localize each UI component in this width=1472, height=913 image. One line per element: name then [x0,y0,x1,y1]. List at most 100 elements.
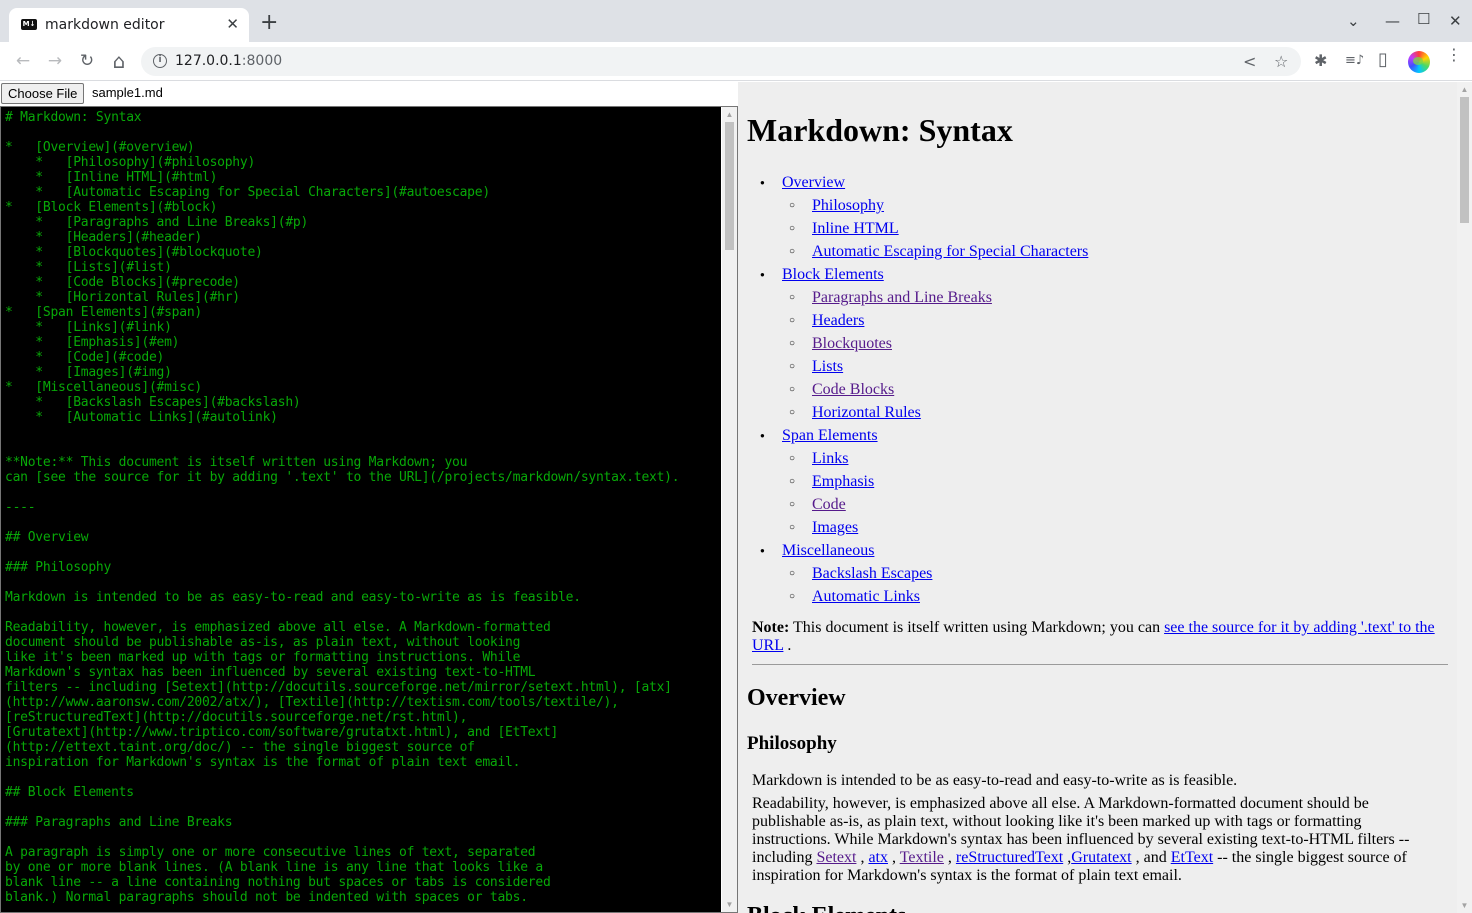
selected-file-name: sample1.md [92,85,163,100]
toc-link[interactable]: Lists [812,358,843,375]
media-control-icon[interactable]: ≡♪ [1345,53,1364,68]
editor-line: ## Block Elements [5,785,134,800]
circle-bullet-icon: ○ [789,338,796,349]
toc-link[interactable]: Block Elements [782,266,884,283]
inline-link[interactable]: EtText [1171,849,1213,866]
toc-link[interactable]: Code Blocks [812,381,894,398]
home-icon[interactable]: ⌂ [108,50,130,72]
editor-line: can [see the source for it by adding '.t… [5,470,680,485]
circle-bullet-icon: ○ [789,361,796,372]
browser-menu-icon[interactable]: ⋮ [1446,47,1462,63]
scroll-up-arrow-icon[interactable]: ▲ [722,107,737,122]
editor-line: * [Paragraphs and Line Breaks](#p) [5,215,309,230]
side-panel-icon[interactable]: ▯ [1378,49,1388,70]
forward-icon[interactable]: → [44,50,66,72]
inline-text: , [1063,849,1072,866]
editor-line: blank.) Normal paragraphs should not be … [5,890,528,905]
editor-line: * [Automatic Escaping for Special Charac… [5,185,490,200]
inline-text: , [943,849,956,866]
choose-file-button[interactable]: Choose File [1,83,85,104]
toc-link[interactable]: Span Elements [782,427,878,444]
toc-item: ○ Blockquotes [747,332,1088,355]
toc-link[interactable]: Overview [782,174,845,191]
note-text: This document is itself written using Ma… [789,619,1165,636]
toc-link[interactable]: Horizontal Rules [812,404,921,421]
inline-link[interactable]: Grutatext [1071,849,1131,866]
preview-scroll-thumb[interactable] [1460,97,1469,223]
bookmark-star-icon[interactable]: ☆ [1274,52,1288,71]
back-icon[interactable]: ← [12,50,34,72]
editor-line: like it's been marked up with tags or fo… [5,650,521,665]
toc-link[interactable]: Philosophy [812,197,884,214]
editor-line: * [Code Blocks](#precode) [5,275,240,290]
tab-close-icon[interactable]: ✕ [226,15,239,33]
toc-link[interactable]: Blockquotes [812,335,892,352]
editor-line: Markdown is intended to be as easy-to-re… [5,590,581,605]
toc-item: ○ Inline HTML [747,217,1088,240]
minimize-icon[interactable]: — [1385,12,1400,30]
preview-title: Markdown: Syntax [747,112,1013,148]
editor-line: * [Inline HTML](#html) [5,170,218,185]
toc-link[interactable]: Automatic Escaping for Special Character… [812,243,1088,260]
editor-line: * [Code](#code) [5,350,165,365]
url-text[interactable]: 127.0.0.1:8000 [175,53,282,69]
toc-link[interactable]: Paragraphs and Line Breaks [812,289,992,306]
toc-link[interactable]: Backslash Escapes [812,565,932,582]
editor-line: * [Overview](#overview) [5,140,195,155]
editor-line: blank line -- a line containing nothing … [5,875,551,890]
toc-link[interactable]: Code [812,496,846,513]
toc-item: ○ Headers [747,309,1088,332]
editor-line: * [Horizontal Rules](#hr) [5,290,240,305]
markdown-preview: Markdown: Syntax ● Overview ○ Philosophy ○ In… [738,82,1472,913]
editor-line: * [Philosophy](#philosophy) [5,155,256,170]
toc-link[interactable]: Images [812,519,858,536]
editor-line: Readability, however, is emphasized abov… [5,620,551,635]
toc-link[interactable]: Inline HTML [812,220,899,237]
inline-link[interactable]: Setext [816,849,856,866]
editor-line: # Markdown: Syntax [5,110,142,125]
editor-line: A paragraph is simply one or more consec… [5,845,536,860]
preview-scroll-down-arrow-icon[interactable]: ▼ [1457,898,1472,913]
tab-search-icon[interactable]: ⌄ [1347,12,1360,30]
circle-bullet-icon: ○ [789,568,796,579]
editor-scroll-thumb[interactable] [725,122,734,250]
markdown-textarea[interactable]: # Markdown: Syntax * [Overview](#overvie… [1,107,721,912]
scroll-down-arrow-icon[interactable]: ▼ [722,897,737,912]
toc-item: ○ Images [747,516,1088,539]
editor-line: * [Emphasis](#em) [5,335,180,350]
circle-bullet-icon: ○ [789,223,796,234]
editor-line: * [Links](#link) [5,320,172,335]
new-tab-button[interactable]: + [260,12,278,34]
horizontal-rule [752,664,1448,665]
address-bar[interactable]: i 127.0.0.1:8000 < ☆ [141,47,1301,76]
reload-icon[interactable]: ↻ [76,50,98,72]
disc-bullet-icon: ● [760,178,765,187]
toc-link[interactable]: Automatic Links [812,588,920,605]
tab-markdown-editor[interactable]: M↓ markdown editor ✕ [9,8,249,42]
preview-scrollbar[interactable]: ▲ ▼ [1457,82,1472,913]
extensions-icon[interactable]: ✱ [1314,51,1327,70]
inline-link[interactable]: reStructuredText [956,849,1063,866]
inline-link[interactable]: Textile [900,849,944,866]
window-close-icon[interactable]: ✕ [1449,12,1462,30]
toc-link[interactable]: Emphasis [812,473,874,490]
editor-line: by one or more blank lines. (A blank lin… [5,860,543,875]
editor-scrollbar[interactable]: ▲ ▼ [722,107,737,912]
toc-link[interactable]: Headers [812,312,864,329]
toc-item: ○ Paragraphs and Line Breaks [747,286,1088,309]
maximize-icon[interactable]: ☐ [1417,10,1430,28]
inline-link[interactable]: atx [868,849,888,866]
toc-link[interactable]: Miscellaneous [782,542,874,559]
site-info-icon[interactable]: i [153,54,167,68]
profile-avatar[interactable] [1408,51,1430,73]
preview-scroll-up-arrow-icon[interactable]: ▲ [1457,82,1472,97]
url-host: 127.0.0.1 [175,53,242,69]
circle-bullet-icon: ○ [789,499,796,510]
editor-line: **Note:** This document is itself writte… [5,455,468,470]
toc-link[interactable]: Links [812,450,848,467]
share-icon[interactable]: < [1243,52,1256,71]
editor-line: * [Block Elements](#block) [5,200,218,215]
